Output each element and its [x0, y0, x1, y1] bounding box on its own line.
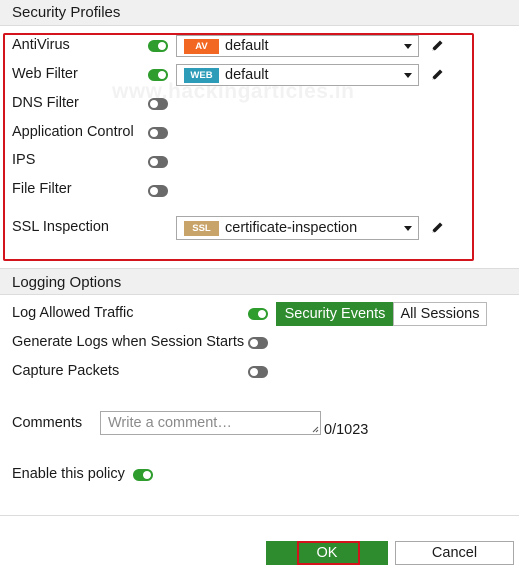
web-filter-profile-value: default — [225, 67, 269, 83]
dns-filter-toggle[interactable] — [148, 98, 168, 110]
generate-logs-label: Generate Logs when Session Starts — [12, 334, 245, 350]
capture-packets-label: Capture Packets — [12, 363, 120, 379]
chevron-down-icon — [404, 73, 412, 78]
file-filter-toggle[interactable] — [148, 185, 168, 197]
ips-toggle[interactable] — [148, 156, 168, 168]
web-badge: WEB — [184, 68, 219, 83]
comment-char-count: 0/1023 — [324, 422, 369, 438]
chevron-down-icon — [404, 226, 412, 231]
ssl-inspection-profile-value: certificate-inspection — [225, 220, 358, 236]
footer-divider — [0, 515, 519, 516]
security-profiles-header: Security Profiles — [0, 0, 519, 26]
comment-input[interactable]: Write a comment… — [100, 411, 321, 435]
ssl-inspection-profile-select[interactable]: SSL certificate-inspection — [176, 216, 419, 240]
antivirus-profile-value: default — [225, 38, 269, 54]
logging-options-header: Logging Options — [0, 268, 519, 295]
pencil-icon[interactable] — [429, 220, 445, 236]
comment-placeholder: Write a comment… — [108, 415, 232, 431]
log-allowed-traffic-toggle[interactable] — [248, 308, 268, 320]
file-filter-label: File Filter — [12, 181, 72, 197]
application-control-toggle[interactable] — [148, 127, 168, 139]
capture-packets-toggle[interactable] — [248, 366, 268, 378]
web-filter-label: Web Filter — [12, 66, 78, 82]
log-allowed-traffic-label: Log Allowed Traffic — [12, 305, 134, 321]
security-events-option[interactable]: Security Events — [276, 302, 394, 326]
ips-label: IPS — [12, 152, 36, 168]
antivirus-toggle[interactable] — [148, 40, 168, 52]
comments-label: Comments — [12, 415, 83, 431]
web-filter-profile-select[interactable]: WEB default — [176, 64, 419, 86]
dns-filter-label: DNS Filter — [12, 95, 79, 111]
application-control-label: Application Control — [12, 124, 134, 140]
enable-policy-label: Enable this policy — [12, 466, 125, 482]
antivirus-profile-select[interactable]: AV default — [176, 35, 419, 57]
antivirus-label: AntiVirus — [12, 37, 70, 53]
ssl-badge: SSL — [184, 221, 219, 236]
chevron-down-icon — [404, 44, 412, 49]
av-badge: AV — [184, 39, 219, 54]
pencil-icon[interactable] — [429, 67, 445, 83]
cancel-button[interactable]: Cancel — [395, 541, 514, 565]
all-sessions-option[interactable]: All Sessions — [393, 302, 487, 326]
ssl-inspection-label: SSL Inspection — [12, 219, 109, 235]
resize-grip-icon[interactable] — [312, 426, 319, 433]
ok-button[interactable]: OK — [266, 541, 388, 565]
ok-button-label: OK — [316, 545, 338, 561]
generate-logs-toggle[interactable] — [248, 337, 268, 349]
enable-policy-toggle[interactable] — [133, 469, 153, 481]
pencil-icon[interactable] — [429, 38, 445, 54]
web-filter-toggle[interactable] — [148, 69, 168, 81]
